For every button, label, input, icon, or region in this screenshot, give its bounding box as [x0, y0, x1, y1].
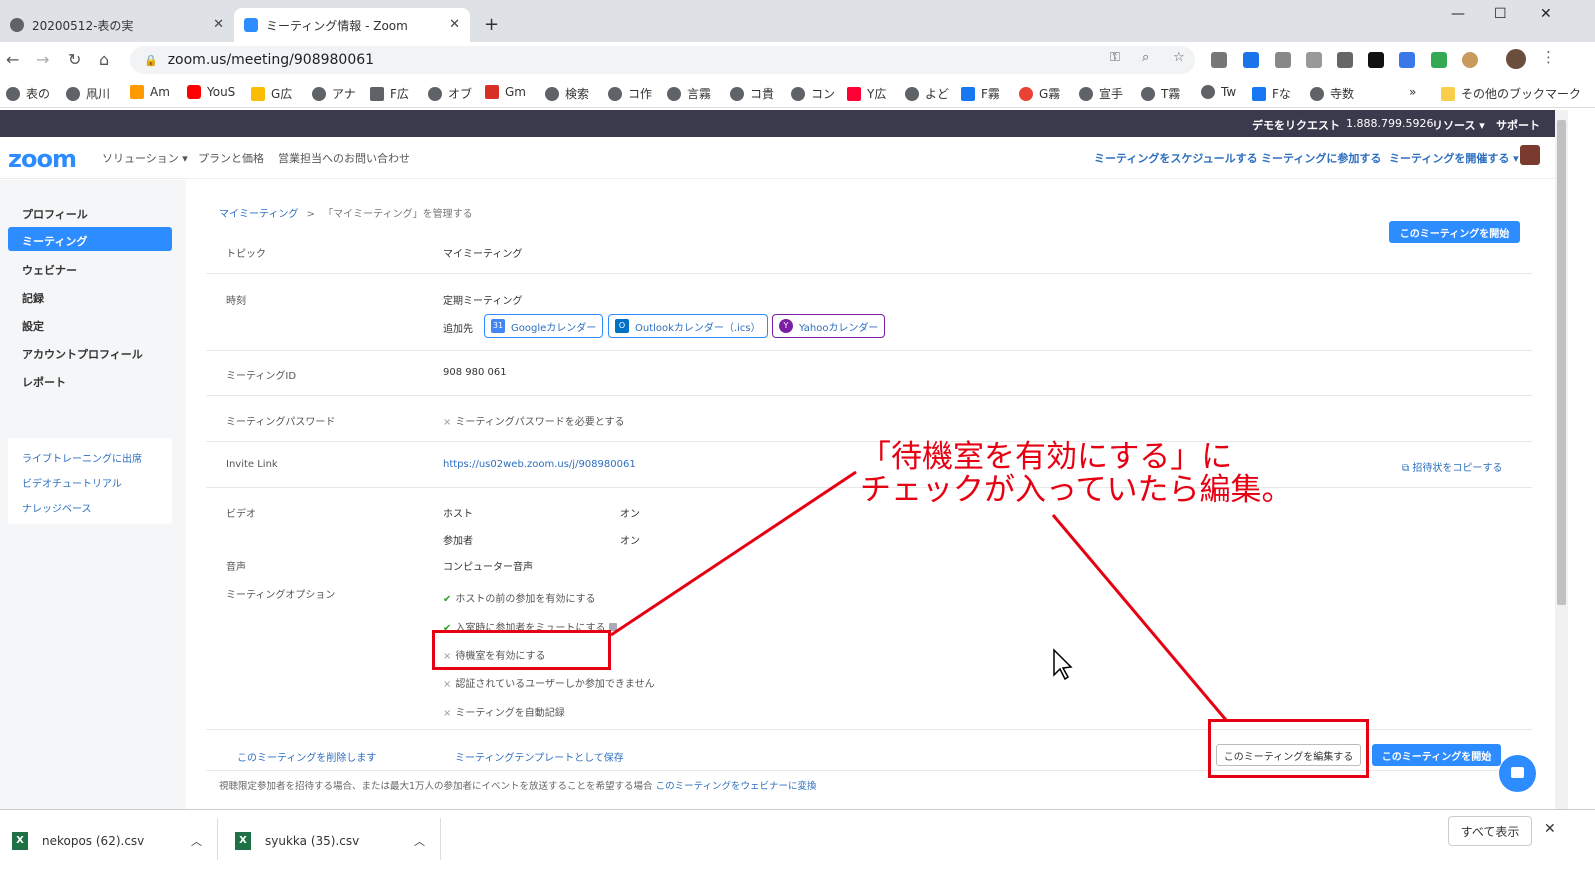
download-bar: X nekopos (62).csv ︿ X syukka (35).csv ︿…: [0, 809, 1595, 869]
close-icon[interactable]: ✕: [1544, 821, 1556, 837]
excel-icon: X: [12, 832, 28, 850]
mouse-cursor-icon: [1053, 648, 1073, 681]
divider: [217, 818, 218, 860]
divider: [440, 818, 441, 860]
annotation-text: 「待機室を有効にする」に チェックが入っていたら編集。: [860, 439, 1293, 508]
excel-icon: X: [235, 832, 251, 850]
show-all-button[interactable]: すべて表示: [1448, 816, 1532, 846]
chevron-up-icon[interactable]: ︿: [414, 833, 425, 849]
chevron-up-icon[interactable]: ︿: [191, 833, 202, 849]
annotation-line: [610, 470, 857, 637]
annotation-arrows: [610, 470, 1228, 721]
download-item[interactable]: X syukka (35).csv ︿: [235, 822, 439, 860]
annotation-line: [1051, 514, 1228, 721]
download-item[interactable]: X nekopos (62).csv ︿: [12, 822, 216, 860]
